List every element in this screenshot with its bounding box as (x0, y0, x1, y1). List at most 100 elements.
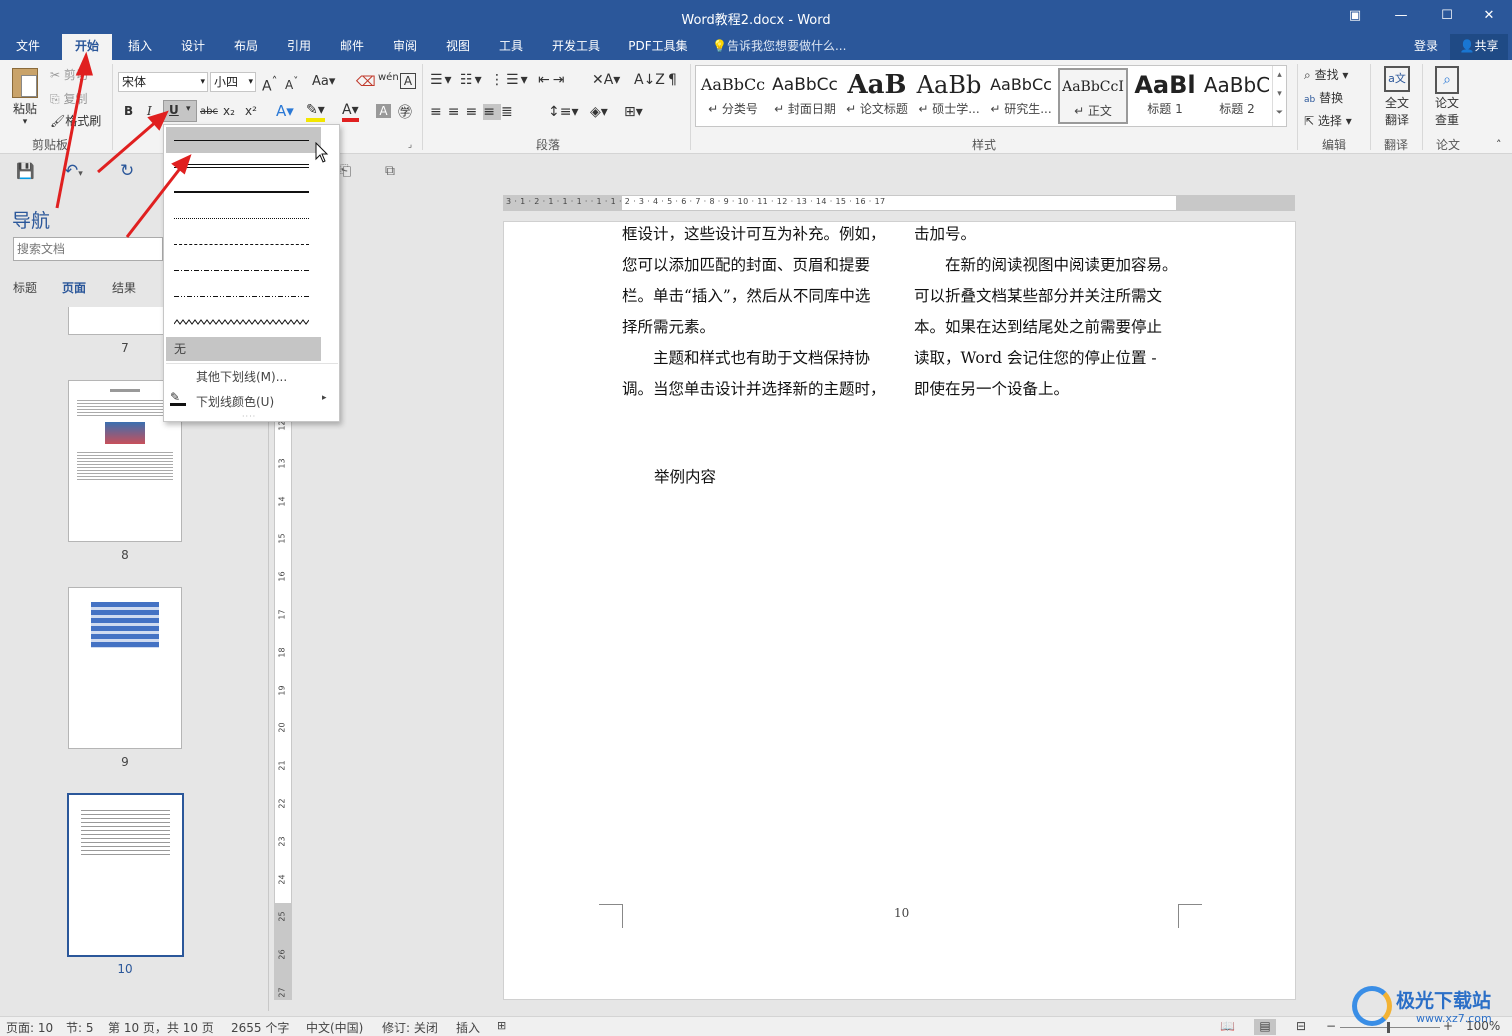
maximize-button[interactable]: ☐ (1424, 0, 1470, 32)
annotation-arrows (55, 51, 192, 238)
status-insert-mode[interactable]: 插入 (456, 1019, 480, 1036)
tab-view[interactable]: 视图 (436, 34, 480, 60)
document-page[interactable]: 框设计，这些设计可互为补充。例如， 您可以添加匹配的封面、页眉和提要 栏。单击“… (503, 221, 1296, 1000)
arrow-head (75, 51, 93, 76)
resize-grip-icon[interactable]: ···· (242, 412, 256, 421)
underline-color-item[interactable]: 下划线颜色(U) (196, 393, 274, 410)
web-layout-icon[interactable]: ⊟ (1296, 1019, 1306, 1033)
style-item[interactable]: AaBbCc ↵ 封面日期 (770, 68, 840, 124)
collapse-ribbon-icon[interactable]: ˄ (1496, 138, 1502, 151)
status-page[interactable]: 页面: 10 (6, 1019, 53, 1036)
doc-line: 主题和样式也有助于文档保持协 (622, 349, 871, 367)
enclose-char-icon[interactable]: ㊫ (398, 102, 412, 122)
style-sample: AaBbC (1203, 73, 1271, 97)
indent-buttons-icon[interactable]: ⇤⇥ (538, 72, 567, 88)
char-shading-icon[interactable]: A (376, 104, 391, 118)
underline-option-wave[interactable] (166, 311, 321, 337)
list-buttons-icon[interactable]: ☰▾ ☷▾ ⋮☰▾ (430, 72, 530, 88)
cursor-icon: ⇱ (1304, 114, 1315, 128)
status-section[interactable]: 节: 5 (66, 1019, 94, 1036)
style-name: 标题 1 (1147, 102, 1183, 116)
sort-icon[interactable]: A↓Z (634, 72, 665, 88)
tab-developer[interactable]: 开发工具 (543, 34, 609, 60)
close-button[interactable]: ✕ (1466, 0, 1512, 32)
more-underlines-item[interactable]: 其他下划线(M)... (196, 368, 287, 385)
nav-tab-results[interactable]: 结果 (112, 279, 136, 296)
font-color-icon[interactable]: A▾ (342, 102, 359, 122)
share-button[interactable]: 👤共享 (1450, 34, 1508, 60)
style-item[interactable]: AaBbCc ↵ 分类号 (698, 68, 768, 124)
replace-button[interactable]: ab 替换 (1304, 89, 1343, 106)
select-button[interactable]: ⇱ 选择 ▾ (1304, 112, 1352, 129)
minimize-button[interactable]: — (1378, 0, 1424, 32)
style-item[interactable]: AaBl 标题 1 (1130, 68, 1200, 124)
style-sample: AaBl (1134, 71, 1196, 99)
tab-pdf-tools[interactable]: PDF工具集 (621, 34, 695, 60)
underline-option-dot-dot-dash[interactable] (166, 285, 321, 311)
find-button[interactable]: ⌕ 查找 ▾ (1304, 66, 1348, 83)
phonetic-guide-icon[interactable]: wén (378, 72, 399, 83)
translate-label-1: 全文 (1384, 96, 1409, 110)
underline-color-icon: ✎ (170, 391, 190, 409)
show-marks-icon[interactable]: ¶ (668, 72, 677, 88)
doc-line: 在新的阅读视图中阅读更加容易。 (914, 256, 1178, 274)
page-thumbnail-current[interactable] (67, 793, 184, 957)
dialog-launcher-icon[interactable]: ⌟ (400, 140, 420, 150)
zoom-out-icon[interactable]: − (1326, 1019, 1336, 1033)
corner-mark (1178, 904, 1202, 928)
read-mode-icon[interactable]: 📖 (1220, 1019, 1235, 1033)
doc-line: 即使在另一个设备上。 (914, 380, 1070, 398)
status-language[interactable]: 中文(中国) (306, 1019, 363, 1036)
style-item[interactable]: AaB ↵ 论文标题 (842, 68, 912, 124)
nav-tab-pages[interactable]: 页面 (62, 279, 86, 296)
doc-line: 择所需元素。 (622, 318, 716, 336)
style-item[interactable]: AaBbCc ↵ 研究生... (986, 68, 1056, 124)
login-link[interactable]: 登录 (1406, 34, 1446, 60)
style-item[interactable]: AaBbC 标题 2 (1202, 68, 1272, 124)
annotation-arrow (125, 165, 184, 238)
doc-line: 调。当您单击设计并选择新的主题时， (622, 380, 886, 398)
tab-tools[interactable]: 工具 (489, 34, 533, 60)
ruler-number: 23 (277, 836, 287, 847)
char-border-icon[interactable]: A (400, 73, 416, 89)
align-buttons-icon[interactable]: ≡≡≡≡≣ (430, 104, 519, 120)
multi-page-icon[interactable]: ⧉ (385, 163, 395, 179)
ruler-number: 13 (277, 458, 287, 469)
page-thumbnail[interactable] (68, 587, 182, 749)
translate-group-label: 翻译 (1383, 138, 1408, 152)
tell-me-text: 告诉我您想要做什么... (726, 39, 847, 53)
watermark-logo: 极光下载站 www.xz7.com (1352, 982, 1508, 1034)
clear-format-icon[interactable]: ⌫ (356, 74, 376, 90)
borders-icon[interactable]: ⊞▾ (624, 104, 643, 120)
paper-check-button[interactable]: ⌕ 论文 查重 (1428, 66, 1466, 128)
status-word-count[interactable]: 2655 个字 (231, 1019, 289, 1036)
nav-tab-headings[interactable]: 标题 (13, 279, 37, 296)
find-label: 查找 (1314, 68, 1339, 82)
gallery-scroll[interactable]: ▴ ▾ ⏷ (1272, 66, 1286, 126)
annotation-arrow (55, 67, 86, 209)
macro-record-icon[interactable]: ⊞ (497, 1019, 506, 1032)
page-view-icon[interactable]: ⎗ (340, 163, 351, 179)
line-spacing-icon[interactable]: ↕≡▾ (548, 104, 579, 120)
divider (1297, 64, 1298, 150)
chinese-layout-icon[interactable]: ✕A▾ (592, 72, 620, 88)
divider (690, 64, 691, 150)
style-name: ↵ 论文标题 (846, 102, 908, 116)
doc-line: 读取，Word 会记住您的停止位置 - (914, 349, 1157, 367)
style-item[interactable]: AaBb ↵ 硕士学... (914, 68, 984, 124)
ribbon-display-icon[interactable]: ▣ (1332, 0, 1378, 32)
select-label: 选择 (1317, 114, 1342, 128)
style-item-selected[interactable]: AaBbCcI ↵ 正文 (1058, 68, 1128, 124)
style-name: ↵ 硕士学... (918, 102, 980, 116)
status-page-count[interactable]: 第 10 页，共 10 页 (108, 1019, 214, 1036)
underline-option-none[interactable]: 无 (166, 337, 321, 361)
shading-icon[interactable]: ◈▾ (590, 104, 608, 120)
full-translate-button[interactable]: a文 全文 翻译 (1378, 66, 1416, 128)
underline-option-dot-dash[interactable] (166, 259, 321, 285)
tab-review[interactable]: 审阅 (383, 34, 427, 60)
horizontal-ruler[interactable]: 3 · 1 · 2 · 1 · 1 · 1 · · 1 · 1 · 2 · 3 … (503, 195, 1295, 211)
arrow-head (171, 154, 192, 175)
print-layout-icon[interactable]: ▤ (1254, 1019, 1276, 1035)
status-track-changes[interactable]: 修订: 关闭 (382, 1019, 438, 1036)
tell-me-box[interactable]: 💡告诉我您想要做什么... (712, 34, 862, 60)
